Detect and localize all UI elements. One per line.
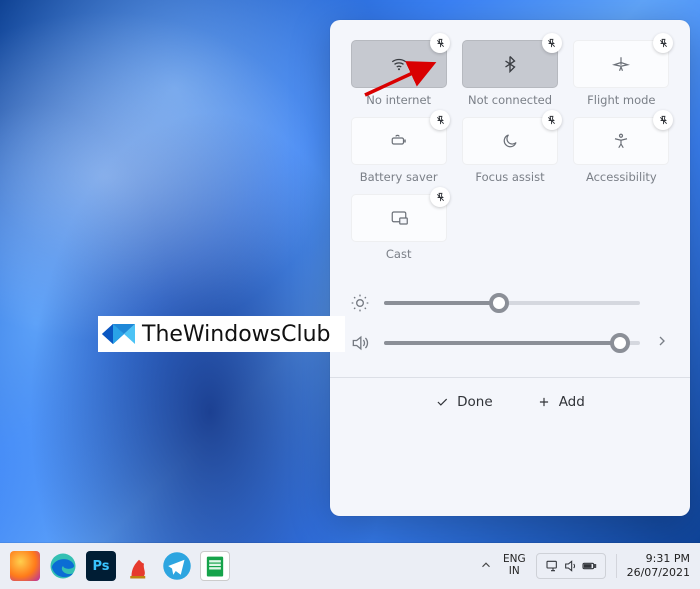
tile-label: Focus assist (475, 170, 544, 184)
volume-tray-icon (563, 558, 579, 574)
brightness-slider[interactable] (384, 301, 640, 305)
moon-icon (501, 132, 519, 150)
unpin-button[interactable] (542, 110, 562, 130)
cast-icon (390, 209, 408, 227)
taskbar-app-firefox[interactable] (10, 551, 40, 581)
clock-date: 26/07/2021 (627, 566, 690, 580)
brightness-slider-row (350, 283, 670, 323)
done-button[interactable]: Done (427, 390, 501, 414)
volume-expand-button[interactable] (654, 333, 670, 353)
accessibility-icon (612, 132, 630, 150)
thewindowsclub-logo-icon (102, 320, 136, 348)
taskbar-app-libreoffice[interactable] (200, 551, 230, 581)
volume-slider[interactable] (384, 341, 640, 345)
volume-thumb[interactable] (610, 333, 630, 353)
battery-saver-icon (390, 132, 408, 150)
quick-settings-panel: No internet Not connected Flight mode Batte… (330, 20, 690, 516)
taskbar: Ps ENG IN 9:31 PM 26/07/2021 (0, 543, 700, 589)
clock-time: 9:31 PM (627, 552, 690, 566)
taskbar-app-edge[interactable] (48, 551, 78, 581)
tile-label: Battery saver (360, 170, 438, 184)
bluetooth-icon (501, 55, 519, 73)
lang-line2: IN (503, 566, 526, 578)
tile-label: Cast (386, 247, 412, 261)
unpin-button[interactable] (653, 110, 673, 130)
battery-tray-icon (581, 558, 597, 574)
taskbar-app-telegram[interactable] (162, 551, 192, 581)
volume-slider-row (350, 323, 670, 363)
taskbar-app-ccleaner[interactable] (124, 551, 154, 581)
unpin-button[interactable] (430, 33, 450, 53)
add-label: Add (559, 394, 585, 410)
done-label: Done (457, 394, 493, 410)
system-tray-quick-settings[interactable] (536, 553, 606, 579)
tile-label: Accessibility (586, 170, 657, 184)
separator (616, 554, 617, 578)
tile-label: Flight mode (587, 93, 655, 107)
airplane-icon (612, 55, 630, 73)
network-icon (545, 558, 561, 574)
brightness-thumb[interactable] (489, 293, 509, 313)
language-indicator[interactable]: ENG IN (503, 554, 526, 577)
brightness-icon (350, 293, 370, 313)
add-button[interactable]: Add (529, 390, 593, 414)
tile-label: No internet (366, 93, 431, 107)
taskbar-app-photoshop[interactable]: Ps (86, 551, 116, 581)
tile-label: Not connected (468, 93, 552, 107)
watermark-text: TheWindowsClub (142, 322, 331, 347)
unpin-button[interactable] (653, 33, 673, 53)
watermark: TheWindowsClub (98, 316, 345, 352)
volume-icon (350, 333, 370, 353)
tray-show-hidden-button[interactable] (479, 557, 493, 576)
unpin-button[interactable] (430, 110, 450, 130)
clock[interactable]: 9:31 PM 26/07/2021 (627, 552, 690, 580)
unpin-button[interactable] (542, 33, 562, 53)
unpin-button[interactable] (430, 187, 450, 207)
wifi-icon (390, 55, 408, 73)
